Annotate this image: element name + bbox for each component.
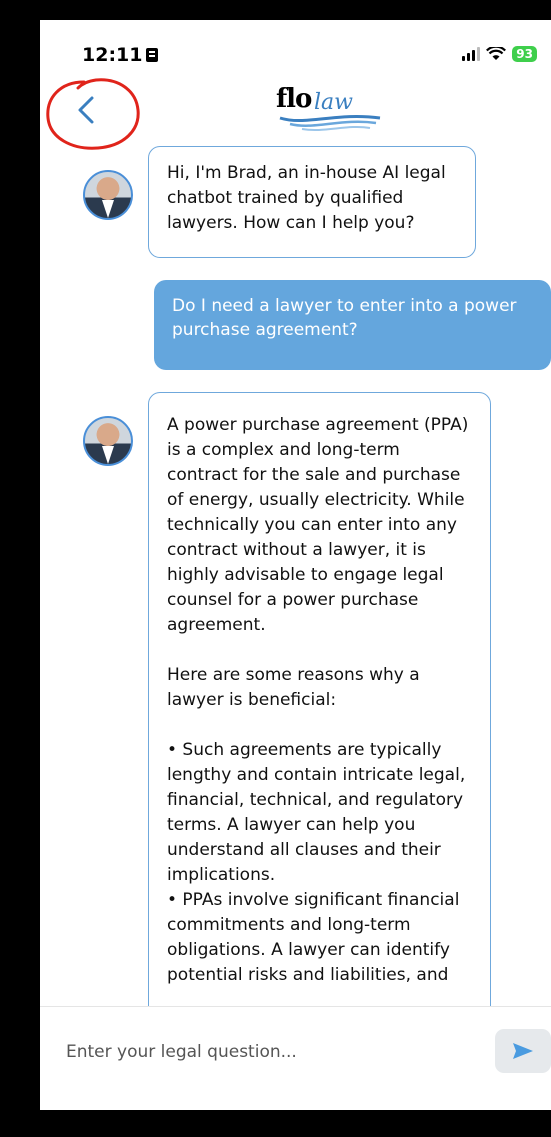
flolaw-logo: flo law [276, 84, 386, 134]
wifi-icon [486, 47, 507, 60]
app-header: flo law [40, 76, 551, 150]
status-time: 12:11 [82, 44, 159, 66]
app-screen: 12:11 93 flo law Hi, I'm Brad, an in-hou… [40, 20, 551, 1110]
phone-frame: 12:11 93 flo law Hi, I'm Brad, an in-hou… [20, 0, 551, 1137]
status-bar: 12:11 93 [40, 20, 551, 76]
avatar [83, 170, 133, 220]
send-button[interactable] [495, 1029, 551, 1073]
status-icons: 93 [462, 46, 537, 62]
id-card-icon [146, 48, 159, 62]
back-button[interactable] [72, 90, 102, 130]
bot-message: Hi, I'm Brad, an in-house AI legal chatb… [148, 146, 476, 258]
waves-icon [279, 114, 381, 132]
avatar [83, 416, 133, 466]
battery-icon: 93 [512, 46, 537, 62]
bot-message: A power purchase agreement (PPA) is a co… [148, 392, 491, 1006]
input-bar [40, 1006, 551, 1110]
status-time-text: 12:11 [82, 44, 143, 66]
send-icon [513, 1043, 533, 1059]
user-message: Do I need a lawyer to enter into a power… [154, 280, 551, 370]
logo-text: flo [276, 84, 312, 114]
question-input[interactable] [64, 1031, 478, 1073]
chat-thread[interactable]: Hi, I'm Brad, an in-house AI legal chatb… [40, 146, 551, 1006]
signal-icon [462, 47, 481, 61]
